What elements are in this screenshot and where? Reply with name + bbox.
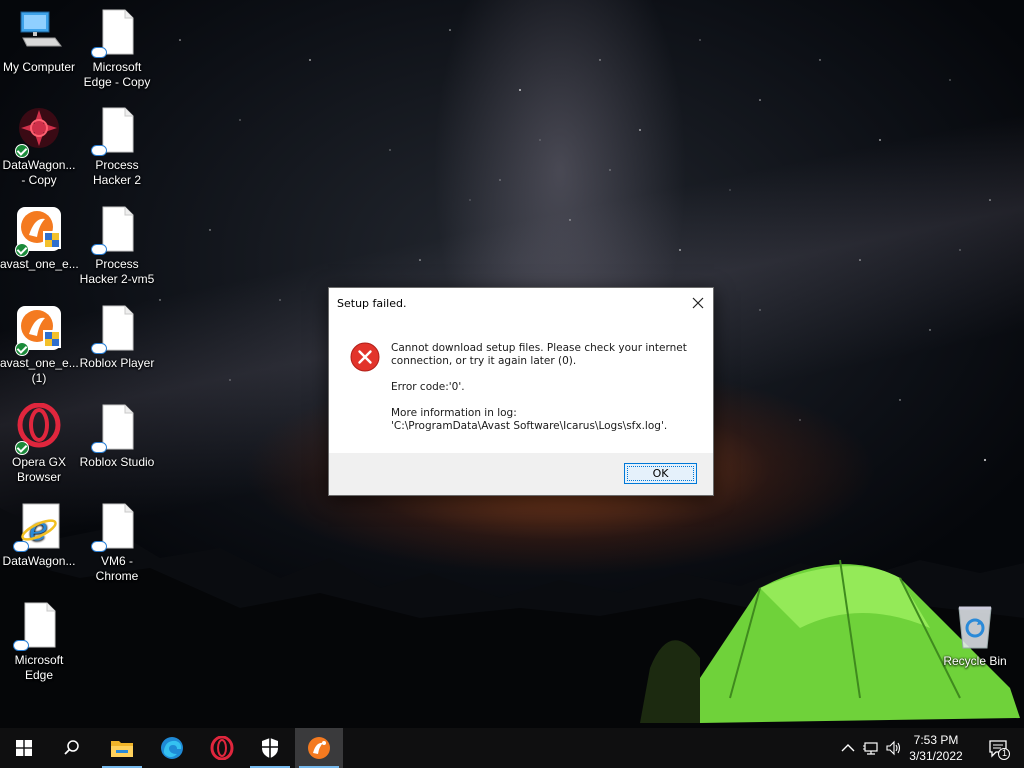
windows-logo-icon [16,740,32,756]
sync-check-icon [15,243,29,257]
cloud-icon [13,640,29,651]
blank-file-icon [91,205,141,255]
shield-icon [262,738,278,758]
close-icon [692,297,704,309]
dialog-title: Setup failed. [337,297,407,310]
desktop-icon-label: DataWagon... - Copy [2,158,76,187]
desktop-icon-label: Roblox Player [79,356,155,370]
start-button[interactable] [0,728,48,768]
action-center-button[interactable]: 1 [988,738,1010,760]
cloud-icon [13,541,29,552]
desktop-icon-label: Microsoft Edge - Copy [83,60,151,89]
desktop-icon-opera-gx[interactable]: Opera GX Browser [0,402,78,485]
taskbar-opera[interactable] [198,728,246,768]
cloud-icon [91,541,107,552]
desktop-icon-label: avast_one_e... [0,257,79,271]
close-button[interactable] [687,292,709,314]
avast-icon [308,737,330,759]
sync-check-icon [15,342,29,356]
error-icon [350,342,380,372]
avast-installer-icon [15,304,63,356]
opera-gx-icon [15,402,63,455]
desktop-icon-avast-one[interactable]: avast_one_e... [0,205,79,272]
desktop-icon-label: Recycle Bin [943,654,1007,668]
dialog-footer: OK [329,453,713,495]
clock-date: 3/31/2022 [909,749,963,763]
clock-time: 7:53 PM [913,733,959,747]
taskbar-file-explorer[interactable] [98,728,146,768]
blank-file-icon [91,502,141,552]
blank-file-icon [91,8,141,58]
blank-file-icon [91,403,141,453]
svg-text:e: e [29,510,48,548]
desktop-icon-label: My Computer [2,60,76,74]
computer-icon [15,8,63,56]
chevron-up-icon[interactable] [840,740,856,756]
desktop-icon-label: Process Hacker 2 [92,158,142,187]
blank-file-icon [91,106,141,156]
log-path: 'C:\ProgramData\Avast Software\Icarus\Lo… [391,420,668,432]
ok-button[interactable]: OK [624,463,697,484]
desktop-icon-my-computer[interactable]: My Computer [0,8,78,75]
desktop-icon-vm6-chrome[interactable]: VM6 - Chrome [78,502,156,584]
desktop-icon-microsoft-edge-copy[interactable]: Microsoft Edge - Copy [78,8,156,90]
search-button[interactable] [48,728,96,768]
error-message: Cannot download setup files. Please chec… [391,342,687,367]
cloud-icon [91,442,107,453]
cloud-icon [91,343,107,354]
internet-explorer-icon: e [13,502,63,552]
blank-file-icon [13,601,63,651]
desktop-icon-datawagon[interactable]: e DataWagon... [0,502,78,569]
desktop-icon-recycle-bin[interactable]: Recycle Bin [936,602,1014,669]
cloud-icon [91,145,107,156]
taskbar-edge[interactable] [148,728,196,768]
notification-count: 1 [1001,748,1007,758]
desktop-icon-microsoft-edge[interactable]: Microsoft Edge [0,601,78,683]
desktop-icon-datawagon-copy[interactable]: DataWagon... - Copy [0,106,78,188]
setup-failed-dialog: Setup failed. Cannot download setup file… [328,287,714,496]
desktop-icon-label: Roblox Studio [79,455,155,469]
opera-icon [210,736,234,760]
taskbar-avast[interactable] [295,728,343,768]
desktop-icon-label: DataWagon... [2,554,76,568]
desktop-icon-avast-one-1[interactable]: avast_one_e... (1) [0,304,79,386]
dialog-message: Cannot download setup files. Please chec… [391,342,701,446]
volume-icon[interactable] [886,740,902,756]
desktop-icon-process-hacker-2[interactable]: Process Hacker 2 [78,106,156,188]
edge-icon [161,737,183,759]
avast-installer-icon [15,205,63,257]
cloud-icon [91,244,107,255]
sync-check-icon [15,144,29,158]
desktop-icon-label: Opera GX Browser [11,455,67,484]
network-icon[interactable] [863,740,879,756]
folder-icon [111,741,133,757]
blank-file-icon [91,304,141,354]
taskbar-windows-security[interactable] [246,728,294,768]
desktop-icon-label: Microsoft Edge [14,653,64,682]
desktop-icon-roblox-player[interactable]: Roblox Player [78,304,156,371]
desktop-icon-label: avast_one_e... (1) [0,356,79,385]
datawagon-icon [15,106,63,158]
error-code: Error code:'0'. [391,381,465,393]
taskbar-clock[interactable]: 7:53 PM 3/31/2022 [904,732,968,764]
taskbar: 7:53 PM 3/31/2022 1 [0,728,1024,768]
desktop-icon-label: VM6 - Chrome [95,554,139,583]
log-label: More information in log: [391,407,517,419]
desktop-icon-label: Process Hacker 2-vm5 [79,257,155,286]
recycle-bin-icon [951,602,999,650]
sync-check-icon [15,441,29,455]
desktop-icon-process-hacker-2-vm5[interactable]: Process Hacker 2-vm5 [78,205,156,287]
search-icon [64,740,79,755]
cloud-icon [91,47,107,58]
desktop-icon-roblox-studio[interactable]: Roblox Studio [78,403,156,470]
